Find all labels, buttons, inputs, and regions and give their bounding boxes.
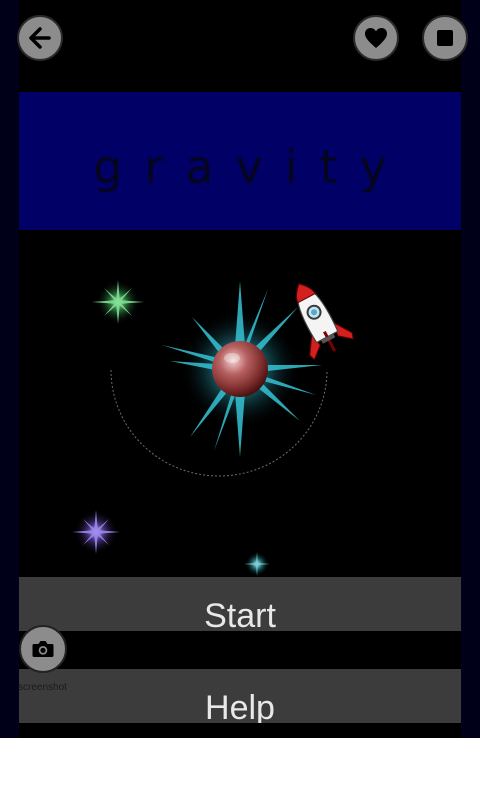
help-button[interactable]: Help [19,669,461,723]
title-banner: gravity [19,92,461,230]
left-border [0,0,19,738]
green-star [92,280,144,324]
start-button-label: Start [204,597,276,631]
small-star [244,552,270,576]
game-scene [72,280,354,576]
game-screen: gravity Start Help [0,0,480,738]
right-border [461,0,480,738]
back-button[interactable] [17,15,63,61]
stop-button[interactable] [422,15,468,61]
planet [212,341,268,397]
heart-icon [365,28,387,48]
stop-icon [437,30,453,46]
help-button-label: Help [205,689,275,723]
arrow-left-icon [29,27,51,49]
camera-icon [32,641,54,657]
screenshot-label: screenshot [18,682,67,693]
game-title: gravity [93,140,409,194]
purple-star [72,510,120,554]
screenshot-control: screenshot [18,625,70,693]
screenshot-button[interactable] [19,625,67,673]
start-button[interactable]: Start [19,577,461,631]
favorite-button[interactable] [353,15,399,61]
